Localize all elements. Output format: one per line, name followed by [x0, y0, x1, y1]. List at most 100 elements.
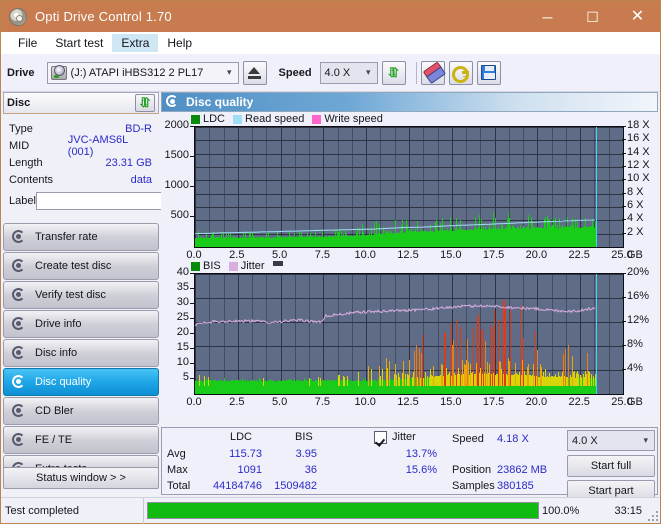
- legend-label: BIS: [203, 260, 221, 272]
- erase-button[interactable]: [420, 60, 445, 85]
- tick-mark: [622, 297, 626, 298]
- main-area: Disc ⇩ ⇧ Type BD-R MID JVC-AMS6L (001) Le…: [1, 92, 660, 502]
- save-icon: [481, 65, 497, 80]
- menu-start-test[interactable]: Start test: [46, 34, 112, 52]
- maximize-button[interactable]: ☐: [570, 1, 615, 32]
- refresh-icon: ⇩ ⇧: [386, 64, 401, 80]
- speed-select[interactable]: 4.0 X ▾: [319, 61, 378, 84]
- menu-file[interactable]: File: [9, 34, 46, 52]
- sidebar-item-create-test-disc[interactable]: Create test disc: [3, 252, 159, 280]
- ldc-total: 44184746: [213, 480, 262, 492]
- disc-label-row: Label: [9, 190, 240, 211]
- start-full-button[interactable]: Start full: [567, 455, 655, 477]
- status-text: Test completed: [5, 504, 79, 517]
- legend-label: Read speed: [245, 113, 305, 125]
- eject-icon: [248, 66, 262, 79]
- y-axis-tick-left: 2000: [164, 119, 189, 131]
- x-axis-tick: 17.5: [482, 396, 505, 408]
- test-speed-select[interactable]: 4.0 X ▾: [567, 430, 655, 451]
- tick-mark: [190, 348, 194, 349]
- legend-swatch-icon: [233, 114, 243, 124]
- jitter-checkbox[interactable]: [374, 431, 387, 444]
- drive-toolbar: Drive (J:) ATAPI iHBS312 2 PL17 ▾ Speed …: [1, 54, 660, 92]
- y-axis-tick-right: 4 X: [627, 212, 644, 225]
- tick-mark: [190, 288, 194, 289]
- sidebar-item-label: Create test disc: [35, 260, 112, 272]
- sidebar-item-cd-bler[interactable]: CD Bler: [3, 397, 159, 425]
- refresh-button[interactable]: ⇩ ⇧: [381, 60, 406, 85]
- toolbar-divider: [415, 61, 417, 84]
- y-axis-tick-left: 35: [176, 281, 189, 293]
- cursor-line: [596, 274, 597, 394]
- y-axis-tick-left: 25: [176, 311, 189, 323]
- sidebar-item-label: Disc info: [35, 347, 78, 359]
- sidebar-item-transfer-rate[interactable]: Transfer rate: [3, 223, 159, 251]
- tick-mark: [622, 126, 626, 127]
- tick-mark: [190, 303, 194, 304]
- tick-mark: [190, 186, 194, 187]
- test-speed-value: 4.0 X: [572, 434, 598, 447]
- save-button[interactable]: [476, 60, 501, 85]
- disc-row-contents: Contents data: [9, 171, 155, 188]
- disc-row-label: Length: [9, 156, 43, 169]
- tick-mark: [190, 333, 194, 334]
- drive-label: Drive: [7, 66, 35, 79]
- tick-mark: [622, 232, 626, 234]
- key-button[interactable]: [448, 60, 473, 85]
- menu-help[interactable]: Help: [158, 34, 201, 52]
- status-window-button[interactable]: Status window > >: [3, 467, 159, 489]
- jitter-avg: 13.7%: [405, 448, 437, 460]
- grid-line-vertical: [623, 127, 624, 247]
- samples-label: Samples: [452, 480, 495, 492]
- legend-item: LDC: [191, 113, 225, 125]
- y-axis-tick-right: 16%: [627, 290, 650, 302]
- stats-box: LDC BIS Jitter Avg 115.73 3.95 13.7% Max…: [161, 427, 658, 502]
- sidebar-item-drive-info[interactable]: Drive info: [3, 310, 159, 338]
- bis-avg: 3.95: [295, 448, 317, 460]
- disc-row-value: 23.31 GB: [105, 156, 152, 169]
- disc-info-list: Type BD-R MID JVC-AMS6L (001) Length 23.…: [3, 114, 240, 215]
- resize-grip-icon[interactable]: [646, 509, 658, 521]
- speed-select-value: 4.0 X: [324, 66, 351, 79]
- legend-swatch-icon: [191, 261, 200, 271]
- drive-select[interactable]: (J:) ATAPI iHBS312 2 PL17 ▾: [46, 61, 239, 84]
- legend-item: Write speed: [312, 113, 383, 125]
- sidebar-item-disc-quality[interactable]: Disc quality: [3, 368, 159, 396]
- eraser-icon: [422, 63, 443, 83]
- tick-mark: [622, 139, 626, 141]
- tick-mark: [190, 156, 194, 157]
- minimize-button[interactable]: ─: [525, 1, 570, 32]
- close-button[interactable]: ✕: [615, 1, 660, 32]
- tick-mark: [190, 126, 194, 127]
- app-window: Opti Drive Control 1.70 ─ ☐ ✕ File Start…: [0, 0, 661, 524]
- chevron-down-icon: ▾: [227, 67, 232, 77]
- sidebar-item-fe-te[interactable]: FE / TE: [3, 426, 159, 454]
- app-disc-icon: [9, 7, 27, 26]
- disc-refresh-button[interactable]: ⇩ ⇧: [135, 94, 155, 112]
- sidebar-item-label: CD Bler: [35, 405, 74, 417]
- key-icon: [452, 66, 470, 83]
- legend-item: BIS: [191, 260, 221, 272]
- chevron-down-icon: ▾: [643, 435, 648, 445]
- y-axis-tick-left: 5: [182, 371, 189, 383]
- tick-mark: [622, 166, 626, 167]
- series-lines: [195, 219, 596, 235]
- bottom-chart-plot[interactable]: [194, 273, 624, 395]
- top-chart-plot[interactable]: [194, 126, 624, 248]
- menu-extra[interactable]: Extra: [112, 34, 159, 52]
- sidebar-item-label: Drive info: [35, 318, 82, 330]
- sidebar-item-verify-test-disc[interactable]: Verify test disc: [3, 281, 159, 309]
- disc-row-value: JVC-AMS6L (001): [67, 133, 128, 158]
- sidebar-item-disc-info[interactable]: Disc info: [3, 339, 159, 367]
- legend-swatch-icon: [272, 260, 283, 266]
- content-header: Disc quality: [161, 92, 658, 112]
- stats-panel: LDC BIS Jitter Avg 115.73 3.95 13.7% Max…: [161, 427, 658, 502]
- jitter-label: Jitter: [392, 431, 416, 443]
- y-axis-tick-right: 12 X: [627, 159, 650, 171]
- series-line-jitter: [195, 303, 596, 327]
- disc-row-mid: MID JVC-AMS6L (001): [9, 134, 155, 158]
- eject-button[interactable]: [242, 60, 267, 85]
- progress-bar: [147, 502, 539, 519]
- refresh-icon: ⇩ ⇧: [138, 95, 152, 110]
- disc-test-icon: [11, 316, 27, 332]
